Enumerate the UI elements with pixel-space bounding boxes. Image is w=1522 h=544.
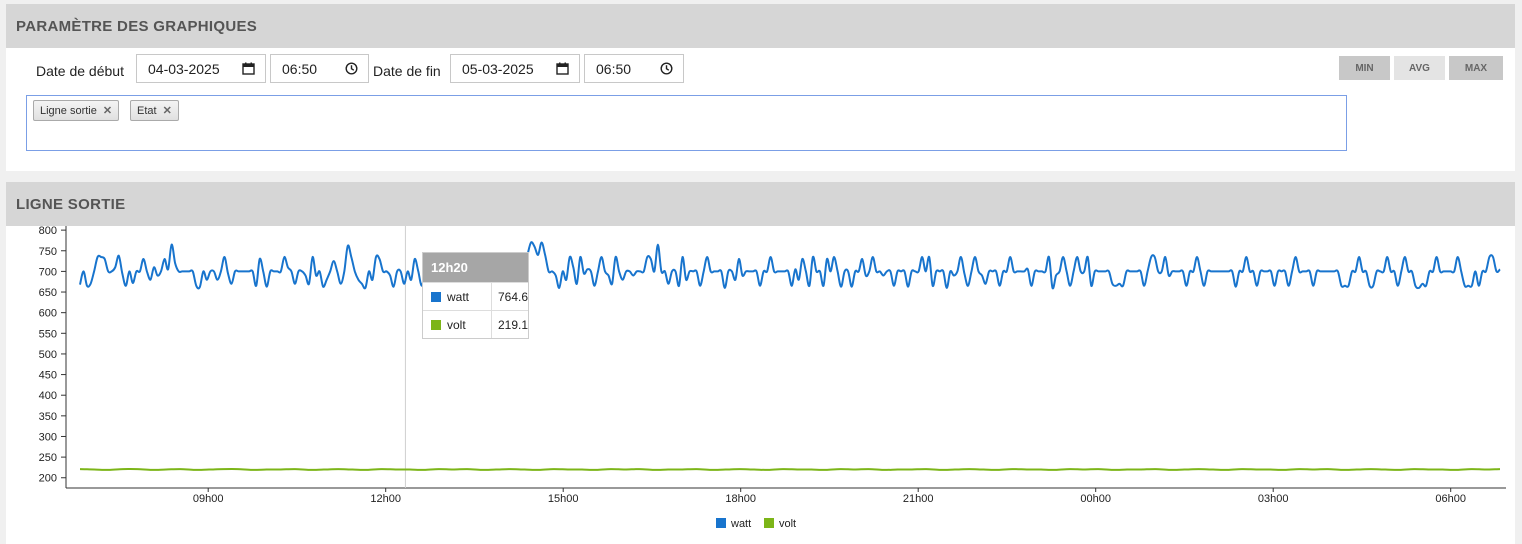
tag-label: Etat [137,104,157,117]
series-line-watt [79,241,1501,290]
chart-tooltip: 12h20 watt 764.6 volt 219.1 [422,252,529,339]
calendar-icon[interactable] [242,62,255,75]
y-tick-label: 400 [39,390,57,402]
max-button[interactable]: MAX [1449,56,1503,80]
y-tick-label: 800 [39,226,57,237]
start-time-value: 06:50 [282,60,318,77]
start-date-value: 04-03-2025 [148,60,220,77]
parameters-panel-title: PARAMÈTRE DES GRAPHIQUES [6,4,1515,48]
tooltip-row-volt: volt 219.1 [423,310,528,338]
calendar-icon[interactable] [556,62,569,75]
y-tick-label: 200 [39,473,57,485]
start-date-label: Date de début [36,63,124,79]
start-date-input[interactable]: 04-03-2025 [136,54,266,83]
y-tick-label: 250 [39,452,57,464]
y-tick-label: 750 [39,246,57,258]
y-tick-label: 500 [39,349,57,361]
end-date-input[interactable]: 05-03-2025 [450,54,580,83]
y-tick-label: 550 [39,328,57,340]
tooltip-time: 12h20 [423,253,528,282]
tooltip-series-value: 764.6 [490,283,528,310]
watt-swatch [431,291,441,302]
y-tick-label: 300 [39,431,57,443]
x-tick-label: 12h00 [370,493,401,505]
x-tick-label: 00h00 [1080,493,1111,505]
remove-tag-icon[interactable]: ✕ [163,104,172,117]
x-tick-label: 21h00 [903,493,934,505]
line-chart[interactable]: 200 250 300 350 400 450 500 550 600 650 700 750 800 0… [6,226,1515,544]
min-button[interactable]: MIN [1339,56,1390,80]
tooltip-row-watt: watt 764.6 [423,282,528,310]
chart-parameters-panel: PARAMÈTRE DES GRAPHIQUES Date de début 0… [6,4,1515,171]
clock-icon[interactable] [660,62,673,75]
chart-panel: LIGNE SORTIE 200 250 300 350 400 450 500 550 600… [6,182,1515,544]
y-tick-label: 650 [39,287,57,299]
series-multiselect[interactable]: Ligne sortie ✕ Etat ✕ [26,95,1347,151]
tooltip-series-value: 219.1 [490,311,528,338]
y-tick-label: 450 [39,370,57,382]
x-tick-label: 18h00 [725,493,756,505]
end-time-value: 06:50 [596,60,632,77]
legend-label-volt: volt [779,518,796,530]
tooltip-series-name: watt [447,289,470,304]
legend-label-watt: watt [730,518,751,530]
clock-icon[interactable] [345,62,358,75]
volt-swatch [431,319,441,330]
tooltip-series-name: volt [447,317,466,332]
y-tick-label: 700 [39,266,57,278]
end-date-value: 05-03-2025 [462,60,534,77]
tag-etat[interactable]: Etat ✕ [130,100,179,121]
legend-swatch-watt [716,518,726,528]
series-line-volt [79,467,1501,471]
y-tick-label: 350 [39,411,57,423]
x-tick-label: 06h00 [1435,493,1466,505]
x-tick-label: 03h00 [1258,493,1289,505]
avg-button[interactable]: AVG [1394,56,1445,80]
x-tick-label: 09h00 [193,493,224,505]
tag-label: Ligne sortie [40,104,97,117]
legend-swatch-volt [764,518,774,528]
x-tick-label: 15h00 [548,493,579,505]
y-tick-label: 600 [39,308,57,320]
tag-ligne-sortie[interactable]: Ligne sortie ✕ [33,100,120,121]
start-time-input[interactable]: 06:50 [270,54,369,83]
remove-tag-icon[interactable]: ✕ [103,104,112,117]
chart-panel-title: LIGNE SORTIE [6,182,1515,226]
end-time-input[interactable]: 06:50 [584,54,684,83]
end-date-label: Date de fin [373,63,441,79]
